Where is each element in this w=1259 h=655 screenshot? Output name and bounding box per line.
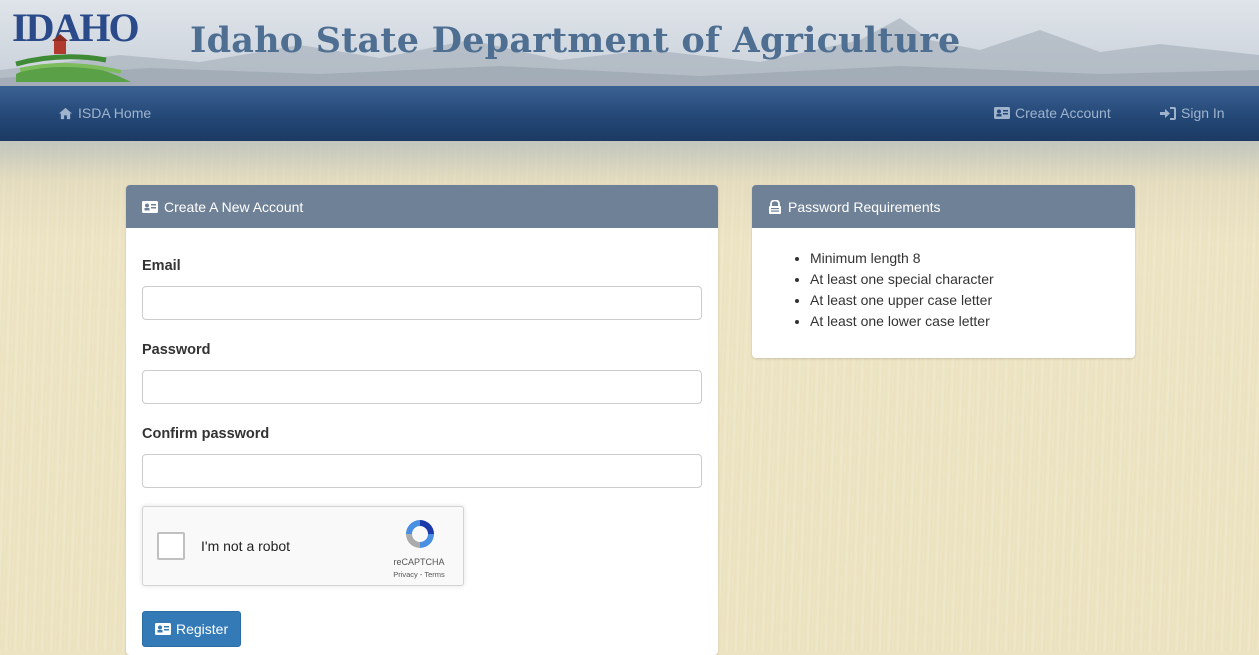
id-card-icon bbox=[142, 200, 158, 213]
page-title: Idaho State Department of Agriculture bbox=[190, 20, 961, 61]
password-requirements-heading-text: Password Requirements bbox=[788, 198, 941, 215]
create-account-panel: Create A New Account Email Password Conf… bbox=[126, 185, 718, 655]
site-banner: IDAHO Idaho State Department of Agricult… bbox=[0, 0, 1259, 86]
create-account-panel-heading: Create A New Account bbox=[126, 185, 718, 228]
email-field[interactable] bbox=[142, 286, 702, 320]
create-account-form: Email Password Confirm password I'm not … bbox=[126, 228, 718, 655]
password-field[interactable] bbox=[142, 370, 702, 404]
nav-isda-home[interactable]: ISDA Home bbox=[58, 105, 151, 121]
email-label: Email bbox=[142, 258, 181, 274]
home-icon bbox=[59, 107, 72, 119]
nav-sign-in-label: Sign In bbox=[1181, 105, 1225, 121]
recaptcha-label: I'm not a robot bbox=[201, 538, 291, 554]
id-card-icon bbox=[155, 623, 171, 635]
nav-home-label: ISDA Home bbox=[78, 105, 152, 121]
list-item: At least one special character bbox=[810, 269, 1119, 290]
password-requirements-body: Minimum length 8 At least one special ch… bbox=[752, 228, 1135, 348]
list-item: At least one upper case letter bbox=[810, 290, 1119, 311]
nav-create-account-label: Create Account bbox=[1015, 105, 1111, 121]
sign-in-icon bbox=[1160, 106, 1176, 120]
recaptcha-checkbox[interactable] bbox=[157, 532, 185, 560]
register-button[interactable]: Register bbox=[142, 611, 242, 647]
nav-sign-in[interactable]: Sign In bbox=[1160, 105, 1225, 121]
recaptcha-privacy-terms[interactable]: Privacy - Terms bbox=[379, 570, 459, 579]
idaho-logo[interactable]: IDAHO bbox=[6, 4, 140, 82]
list-item: At least one lower case letter bbox=[810, 311, 1119, 332]
requirements-list: Minimum length 8 At least one special ch… bbox=[768, 244, 1119, 332]
farm-field-icon bbox=[15, 34, 131, 82]
recaptcha-logo-icon bbox=[406, 520, 434, 548]
lock-icon bbox=[769, 199, 781, 214]
recaptcha-widget: I'm not a robot reCAPTCHA Privacy - Term… bbox=[142, 506, 464, 586]
password-label: Password bbox=[142, 342, 211, 358]
confirm-password-field[interactable] bbox=[142, 454, 702, 488]
id-card-icon bbox=[994, 107, 1010, 119]
create-account-heading-text: Create A New Account bbox=[164, 198, 304, 215]
list-item: Minimum length 8 bbox=[810, 248, 1119, 269]
recaptcha-brand: reCAPTCHA bbox=[393, 557, 445, 567]
password-requirements-panel: Password Requirements Minimum length 8 A… bbox=[752, 185, 1135, 358]
password-requirements-heading: Password Requirements bbox=[752, 185, 1135, 228]
register-button-label: Register bbox=[176, 621, 229, 637]
nav-create-account[interactable]: Create Account bbox=[994, 105, 1111, 121]
confirm-password-label: Confirm password bbox=[142, 426, 270, 442]
top-navbar: ISDA Home Create Account Sign In bbox=[0, 86, 1259, 141]
